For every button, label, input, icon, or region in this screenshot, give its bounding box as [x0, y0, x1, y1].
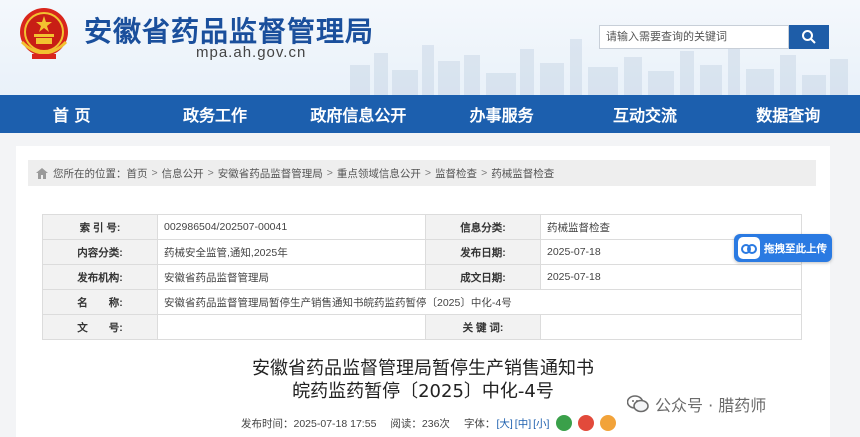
- font-size-label: 字体：: [463, 417, 496, 430]
- drag-upload-button[interactable]: 拖拽至此上传: [734, 234, 832, 262]
- drag-upload-label: 拖拽至此上传: [764, 242, 827, 255]
- site-domain: mpa.ah.gov.cn: [196, 44, 307, 61]
- breadcrumb-item-bureau[interactable]: 安徽省药品监督管理局: [218, 166, 323, 181]
- wechat-icon: [627, 395, 649, 413]
- breadcrumb-separator: >: [481, 167, 488, 179]
- font-small-button[interactable]: [小]: [533, 416, 549, 431]
- index-value: 002986504/202507-00041: [157, 214, 426, 240]
- cloud-upload-icon: [738, 237, 760, 259]
- breadcrumb-item-home[interactable]: 首页: [127, 166, 148, 181]
- publisher-label: 发布机构:: [42, 264, 158, 290]
- breadcrumb-separator: >: [151, 167, 158, 179]
- breadcrumb-item-info-public[interactable]: 信息公开: [162, 166, 204, 181]
- nav-item-interaction[interactable]: 互动交流: [573, 95, 716, 133]
- site-header: 安徽省药品监督管理局 mpa.ah.gov.cn: [0, 0, 860, 95]
- breadcrumb-item-key-areas[interactable]: 重点领域信息公开: [337, 166, 421, 181]
- content-category-value: 药械安全监管,通知,2025年: [157, 239, 426, 265]
- nav-item-home[interactable]: 首 页: [0, 95, 143, 133]
- breadcrumb-prefix: 您所在的位置：: [53, 167, 127, 180]
- font-medium-button[interactable]: [中]: [515, 416, 531, 431]
- national-emblem-icon: [20, 8, 68, 59]
- nav-item-services[interactable]: 办事服务: [430, 95, 573, 133]
- search-input[interactable]: [599, 25, 789, 49]
- search-icon: [802, 30, 816, 44]
- document-info-table: 索 引 号: 002986504/202507-00041 信息分类: 药械监督…: [42, 214, 802, 340]
- search-button[interactable]: [789, 25, 829, 49]
- publish-date-label: 发布日期:: [425, 239, 541, 265]
- doc-number-value: [157, 314, 426, 340]
- category-label: 信息分类:: [425, 214, 541, 240]
- wechat-watermark: 公众号 · 腊药师: [627, 392, 766, 416]
- name-value: 安徽省药品监督管理局暂停生产销售通知书皖药监药暂停〔2025〕中化-4号: [157, 289, 802, 315]
- name-label: 名 称:: [42, 289, 158, 315]
- index-label: 索 引 号:: [42, 214, 158, 240]
- keywords-value: [540, 314, 802, 340]
- qzone-share-icon[interactable]: [600, 415, 617, 431]
- breadcrumb: 您所在的位置： 首页 > 信息公开 > 安徽省药品监督管理局 > 重点领域信息公…: [28, 160, 816, 186]
- watermark-text: 公众号 · 腊药师: [655, 396, 767, 415]
- publisher-value: 安徽省药品监督管理局: [157, 264, 426, 290]
- main-nav: 首 页 政务工作 政府信息公开 办事服务 互动交流 数据查询: [0, 95, 860, 133]
- breadcrumb-separator: >: [326, 167, 333, 179]
- nav-item-government-affairs[interactable]: 政务工作: [143, 95, 286, 133]
- wechat-share-icon[interactable]: [556, 415, 573, 431]
- breadcrumb-item-supervision[interactable]: 监督检查: [435, 166, 477, 181]
- breadcrumb-separator: >: [424, 167, 432, 179]
- keywords-label: 关 键 词:: [425, 314, 541, 340]
- publish-time: 发布时间：2025-07-18 17:55: [241, 417, 377, 430]
- font-large-button[interactable]: [大]: [496, 416, 512, 431]
- content-category-label: 内容分类:: [42, 239, 158, 265]
- nav-item-data-query[interactable]: 数据查询: [717, 95, 860, 133]
- view-count: 阅读：236次: [390, 417, 450, 430]
- doc-number-label: 文 号:: [42, 314, 158, 340]
- breadcrumb-separator: >: [207, 167, 214, 179]
- weibo-share-icon[interactable]: [578, 415, 595, 431]
- written-date-value: 2025-07-18: [540, 264, 802, 290]
- home-icon: [36, 167, 48, 179]
- nav-item-info-disclosure[interactable]: 政府信息公开: [287, 95, 430, 133]
- breadcrumb-item-drug-device-inspection[interactable]: 药械监督检查: [491, 166, 554, 181]
- written-date-label: 成文日期:: [425, 264, 541, 290]
- document-meta: 发布时间：2025-07-18 17:55 阅读：236次 字体： [大] [中…: [241, 415, 617, 431]
